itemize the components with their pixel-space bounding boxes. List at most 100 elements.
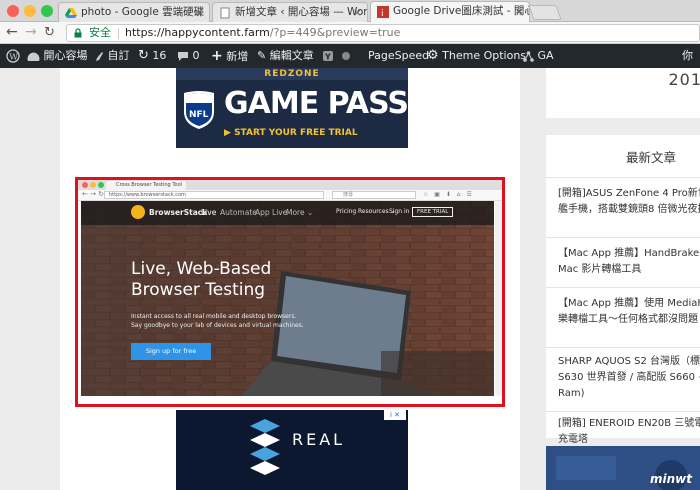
theme-options-menu[interactable]: ⚙ Theme Options bbox=[427, 44, 526, 68]
svg-text:W: W bbox=[9, 52, 18, 62]
seo-plugin-menu[interactable]: Y bbox=[322, 44, 334, 68]
mini-tab: Cross Browser Testing Tool bbox=[106, 181, 186, 190]
edit-post-menu[interactable]: ✎ 編輯文章 bbox=[257, 44, 314, 68]
bs-headline-line1: Live, Web-Based bbox=[131, 259, 272, 279]
url-path: /?p=449&preview=true bbox=[269, 26, 401, 39]
bs-description-line1: Instant access to all real mobile and de… bbox=[131, 313, 297, 320]
seo-plugin-icon: Y bbox=[323, 51, 333, 62]
svg-text:NFL: NFL bbox=[189, 110, 209, 120]
embedded-screenshot: Cross Browser Testing Tool ← → ↻ https:/… bbox=[75, 177, 505, 407]
post-title-line: 【Mac App 推薦】使用 MediaHu bbox=[558, 298, 700, 309]
tab-label: photo - Google 雲端硬碟 bbox=[81, 6, 205, 18]
brush-icon bbox=[96, 51, 103, 61]
post-title-line: [開箱]ASUS ZenFone 4 Pro新世代 bbox=[558, 188, 700, 199]
updates-menu[interactable]: ↻ 16 bbox=[138, 44, 166, 68]
svg-text:Y: Y bbox=[324, 53, 331, 62]
post-title-line: [開箱] ENEROID EN20B 三號電池 bbox=[558, 418, 700, 429]
browser-toolbar: ← → ↻ 安全 https://happycontent.farm/?p=44… bbox=[0, 22, 700, 44]
recent-post-link[interactable]: SHARP AQUOS S2 台灣版（標準 S630 世界首發 / 高配版 S6… bbox=[546, 347, 700, 411]
gear-icon: ⚙ bbox=[427, 48, 439, 63]
site-menu[interactable]: 開心容場 bbox=[27, 44, 88, 68]
mini-search: 搜尋 bbox=[332, 191, 416, 199]
site-favicon-icon: i bbox=[377, 6, 389, 18]
new-content-menu[interactable]: + 新增 bbox=[211, 44, 248, 68]
pencil-icon: ✎ bbox=[257, 49, 267, 62]
main-content: REDZONE NFL GAME PASS ▶ START YOUR FREE … bbox=[60, 68, 520, 490]
ad-banner-text: REDZONE bbox=[176, 68, 408, 80]
customize-label: 自訂 bbox=[107, 49, 130, 62]
browser-tab-strip: photo - Google 雲端硬碟 × 新增文章 ‹ 開心容場 — Word… bbox=[0, 0, 700, 23]
bs-nav-more: More ⌄ bbox=[286, 208, 314, 217]
real-logo-icon bbox=[250, 419, 280, 475]
dashboard-icon bbox=[27, 52, 40, 61]
ga-menu[interactable]: GA bbox=[523, 44, 554, 68]
seo-status-icon[interactable] bbox=[341, 44, 351, 68]
bs-nav-live: Live bbox=[201, 208, 217, 217]
mini-scrollbar bbox=[495, 201, 502, 396]
tab-drive-test[interactable]: i Google Drive圖床測試 - 開心容場 × bbox=[370, 1, 530, 23]
pagespeed-menu[interactable]: PageSpeed bbox=[368, 44, 429, 68]
sidebar-top-widget: 201 bbox=[546, 68, 700, 118]
bs-headline-line2: Browser Testing bbox=[131, 280, 266, 300]
page-icon bbox=[220, 7, 230, 19]
close-tab-icon[interactable]: × bbox=[353, 3, 362, 22]
divider bbox=[118, 28, 119, 39]
bs-nav-automate: Automate bbox=[220, 208, 257, 217]
mini-url: https://www.browserstack.com bbox=[104, 191, 324, 199]
browserstack-hero: BrowserStack Live Automate App Live More… bbox=[81, 201, 494, 396]
minimize-window-button[interactable] bbox=[24, 5, 36, 17]
comments-menu[interactable]: 0 bbox=[177, 44, 200, 68]
post-title-line: Ram) bbox=[558, 388, 585, 399]
post-title-line: 樂轉檔工具～任何格式都沒問題 bbox=[558, 314, 698, 325]
back-arrow-icon[interactable]: ← bbox=[6, 24, 18, 40]
wp-admin-bar: W 開心容場 自訂 ↻ 16 0 + 新增 ✎ 編輯文章 Y PageSpeed… bbox=[0, 44, 700, 68]
secure-label: 安全 bbox=[89, 26, 111, 39]
watermark-text: minwt bbox=[650, 472, 692, 486]
page-viewport: REDZONE NFL GAME PASS ▶ START YOUR FREE … bbox=[0, 68, 700, 490]
bs-signup-button: Sign up for free bbox=[131, 343, 211, 360]
recent-post-link[interactable]: [開箱]ASUS ZenFone 4 Pro新世代 艦手機，搭載雙鏡頭8 倍微光… bbox=[546, 177, 700, 237]
sidebar-banner-image[interactable]: minwt bbox=[546, 446, 700, 490]
mini-tab-strip: Cross Browser Testing Tool bbox=[78, 180, 502, 190]
real-estate-ad[interactable]: REAL i ✕ bbox=[176, 410, 408, 490]
recent-posts-title: 最新文章 bbox=[625, 150, 676, 165]
bs-description: Instant access to all real mobile and de… bbox=[131, 312, 331, 330]
post-title-line: 【Mac App 推薦】HandBrake～ bbox=[558, 248, 700, 259]
wordpress-logo-icon[interactable]: W bbox=[6, 44, 20, 68]
bs-brand: BrowserStack bbox=[149, 208, 208, 217]
recent-post-link[interactable]: 【Mac App 推薦】HandBrake～ Mac 影片轉檔工具 bbox=[546, 237, 700, 287]
forward-arrow-icon[interactable]: → bbox=[25, 24, 37, 40]
tab-google-drive[interactable]: photo - Google 雲端硬碟 × bbox=[58, 2, 210, 22]
network-icon bbox=[523, 50, 534, 62]
maximize-window-button[interactable] bbox=[41, 5, 53, 17]
tab-new-post[interactable]: 新增文章 ‹ 開心容場 — WordPress × bbox=[212, 2, 368, 22]
tab-label: 新增文章 ‹ 開心容場 — WordPress bbox=[235, 6, 368, 18]
post-title-line: Mac 影片轉檔工具 bbox=[558, 264, 642, 275]
comment-icon bbox=[178, 51, 188, 61]
new-tab-button[interactable] bbox=[528, 5, 562, 20]
ad-brand: REAL bbox=[292, 430, 346, 449]
url-text: https://happycontent.farm/?p=449&preview… bbox=[125, 25, 400, 41]
customize-menu[interactable]: 自訂 bbox=[93, 44, 130, 68]
nfl-game-pass-ad[interactable]: REDZONE NFL GAME PASS ▶ START YOUR FREE … bbox=[176, 68, 408, 148]
updates-icon: ↻ bbox=[138, 48, 149, 63]
recent-post-link[interactable]: 【Mac App 推薦】使用 MediaHu 樂轉檔工具～任何格式都沒問題 bbox=[546, 287, 700, 347]
ad-tagline: ▶ START YOUR FREE TRIAL bbox=[224, 128, 358, 138]
reload-icon[interactable]: ↻ bbox=[44, 25, 55, 40]
close-tab-icon[interactable]: × bbox=[195, 3, 204, 22]
new-label: 新增 bbox=[226, 50, 249, 63]
bs-nav-app-live: App Live bbox=[255, 208, 288, 217]
mini-maximize-dot bbox=[98, 182, 104, 188]
bs-nav-free-trial: FREE TRIAL bbox=[412, 207, 454, 217]
address-bar[interactable]: 安全 https://happycontent.farm/?p=449&prev… bbox=[66, 24, 700, 42]
close-tab-icon[interactable]: × bbox=[515, 2, 524, 21]
user-menu[interactable]: 你 bbox=[682, 44, 693, 68]
ga-label: GA bbox=[537, 49, 554, 62]
svg-text:i: i bbox=[381, 9, 384, 18]
google-drive-icon bbox=[65, 8, 77, 18]
close-window-button[interactable] bbox=[7, 5, 19, 17]
adchoices-icon[interactable]: i ✕ bbox=[384, 410, 406, 420]
browserstack-nav: BrowserStack Live Automate App Live More… bbox=[131, 206, 491, 220]
post-title-line: SHARP AQUOS S2 台灣版（標準 bbox=[558, 356, 700, 367]
mini-nav-icon: ← → ↻ bbox=[82, 190, 105, 198]
